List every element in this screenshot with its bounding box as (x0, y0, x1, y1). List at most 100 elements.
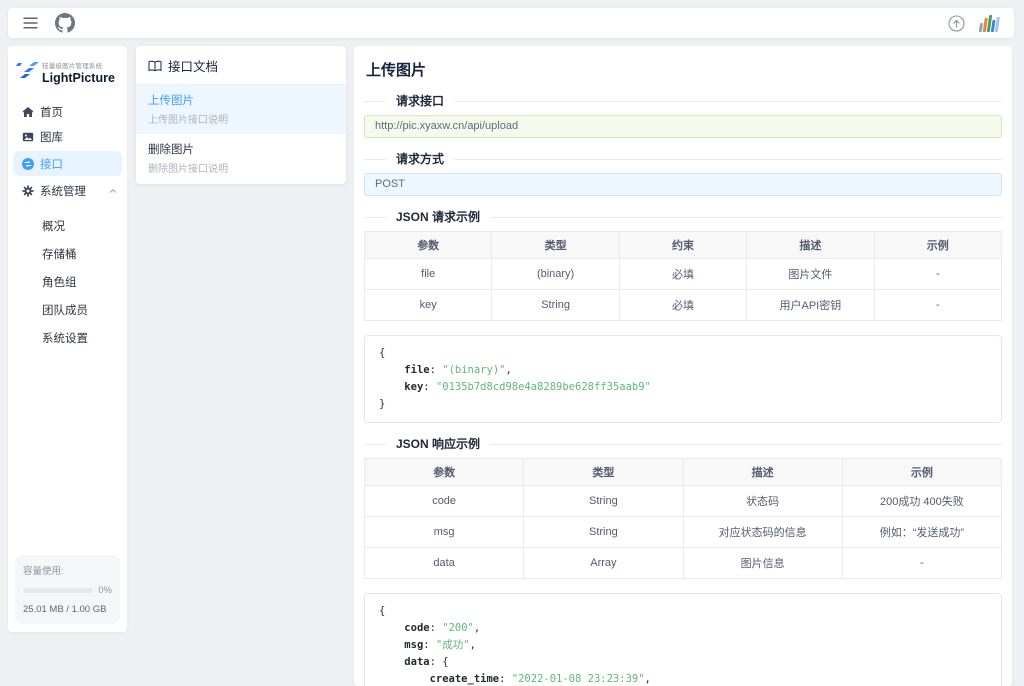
storage-label: 容量使用: (23, 563, 112, 577)
stats-bars-icon[interactable] (979, 15, 1000, 32)
section-label-request-method: 请求方式 (386, 152, 454, 166)
doc-list-panel: 接口文档 上传图片上传图片接口说明删除图片删除图片接口说明 (136, 46, 346, 184)
code-value: { (379, 605, 385, 617)
sidebar-nav: 首页图库接口系统管理 (8, 99, 127, 203)
sidebar-item-home[interactable]: 首页 (8, 99, 127, 124)
response-params-table: 参数类型描述示例 codeString状态码200成功 400失败msgStrin… (364, 458, 1002, 579)
sidebar: 轻量级图片管理系统 LightPicture 首页图库接口系统管理 概况存储桶角… (8, 46, 127, 632)
table-cell: Array (524, 548, 683, 579)
table-cell: 对应状态码的信息 (683, 517, 842, 548)
section-label-request-example: JSON 请求示例 (386, 210, 490, 224)
code-key: code (404, 622, 429, 634)
sidebar-item-label: 接口 (40, 156, 63, 172)
code-key: file (404, 364, 429, 376)
table-cell: 200成功 400失败 (842, 486, 1001, 517)
divider-request-example: JSON 请求示例 (364, 217, 1002, 218)
code-key: msg (404, 639, 423, 651)
sidebar-subitem-2[interactable]: 角色组 (8, 268, 127, 296)
code-line: create_time: "2022-01-08 23:23:39", (379, 671, 987, 686)
table-header-cell: 描述 (683, 459, 842, 486)
api-icon (22, 158, 34, 170)
table-cell: String (524, 517, 683, 548)
sidebar-item-label: 图库 (40, 129, 63, 145)
table-cell: - (874, 290, 1001, 321)
table-cell: 状态码 (683, 486, 842, 517)
sidebar-item-label: 系统管理 (40, 183, 86, 199)
code-line: code: "200", (379, 620, 987, 637)
code-value: { (379, 347, 385, 359)
code-line: { (379, 345, 987, 362)
doc-list-item[interactable]: 上传图片上传图片接口说明 (136, 85, 346, 134)
doc-list-item[interactable]: 删除图片删除图片接口说明 (136, 134, 346, 183)
table-cell: - (842, 548, 1001, 579)
response-example-code: { code: "200", msg: "成功", data: { create… (364, 593, 1002, 686)
table-header-cell: 类型 (492, 232, 619, 259)
doc-list-header: 接口文档 (136, 46, 346, 85)
code-value: "0135b7d8cd98e4a8289be628ff35aab9" (436, 381, 651, 393)
doc-item-title: 删除图片 (148, 141, 334, 157)
table-header-cell: 约束 (619, 232, 746, 259)
table-row: keyString必填用户API密钥- (365, 290, 1002, 321)
code-line: } (379, 396, 987, 413)
table-cell: msg (365, 517, 524, 548)
doc-item-subtitle: 删除图片接口说明 (148, 160, 334, 175)
sidebar-subitem-0[interactable]: 概况 (8, 212, 127, 240)
code-value: } (379, 398, 385, 410)
divider-response-example: JSON 响应示例 (364, 444, 1002, 445)
sidebar-item-api[interactable]: 接口 (13, 151, 122, 176)
hamburger-menu-icon[interactable] (23, 17, 38, 29)
table-header-cell: 参数 (365, 459, 524, 486)
gear-icon (22, 185, 34, 197)
table-cell: 必填 (619, 259, 746, 290)
table-header-cell: 类型 (524, 459, 683, 486)
code-line: file: "(binary)", (379, 362, 987, 379)
table-cell: file (365, 259, 492, 290)
app-logo: 轻量级图片管理系统 LightPicture (8, 46, 127, 99)
topbar-right-actions (948, 15, 999, 32)
main-content: 上传图片 请求接口 http://pic.xyaxw.cn/api/upload… (354, 46, 1012, 686)
code-line: key: "0135b7d8cd98e4a8289be628ff35aab9" (379, 379, 987, 396)
code-key: create_time (430, 673, 500, 685)
table-cell: 图片文件 (747, 259, 874, 290)
code-line: msg: "成功", (379, 637, 987, 654)
gallery-icon (22, 131, 34, 143)
page-title: 上传图片 (366, 59, 1002, 80)
logo-title: LightPicture (42, 71, 115, 85)
table-cell: data (365, 548, 524, 579)
sidebar-subitem-1[interactable]: 存储桶 (8, 240, 127, 268)
table-row: dataArray图片信息- (365, 548, 1002, 579)
table-cell: code (365, 486, 524, 517)
doc-list-title: 接口文档 (168, 56, 218, 75)
request-example-code: { file: "(binary)", key: "0135b7d8cd98e4… (364, 335, 1002, 423)
request-params-table: 参数类型约束描述示例file(binary)必填图片文件-keyString必填… (364, 231, 1002, 321)
code-value: "2022-01-08 23:23:39" (512, 673, 645, 685)
table-header-cell: 描述 (747, 232, 874, 259)
sidebar-item-label: 首页 (40, 104, 63, 120)
table-row: msgString对应状态码的信息例如：“发送成功” (365, 517, 1002, 548)
sidebar-subitem-3[interactable]: 团队成员 (8, 296, 127, 324)
sidebar-item-gallery[interactable]: 图库 (8, 124, 127, 149)
section-label-response-example: JSON 响应示例 (386, 437, 490, 451)
sidebar-item-system[interactable]: 系统管理 (8, 178, 127, 203)
table-cell: (binary) (492, 259, 619, 290)
upload-circle-icon[interactable] (948, 15, 965, 32)
table-cell: 用户API密钥 (747, 290, 874, 321)
doc-item-subtitle: 上传图片接口说明 (148, 111, 334, 126)
storage-usage-text: 25.01 MB / 1.00 GB (23, 604, 112, 615)
sidebar-subitem-4[interactable]: 系统设置 (8, 324, 127, 352)
table-cell: 例如：“发送成功” (842, 517, 1001, 548)
github-icon[interactable] (55, 13, 75, 33)
storage-usage-widget: 容量使用: 0% 25.01 MB / 1.00 GB (15, 555, 120, 624)
table-header-cell: 示例 (874, 232, 1001, 259)
code-line: { (379, 603, 987, 620)
table-cell: String (492, 290, 619, 321)
request-method-box: POST (364, 173, 1002, 196)
table-header-cell: 示例 (842, 459, 1001, 486)
storage-percent: 0% (98, 585, 112, 596)
code-value: "200" (442, 622, 474, 634)
code-value: { (442, 656, 448, 668)
divider-request-api: 请求接口 (364, 101, 1002, 102)
table-row: file(binary)必填图片文件- (365, 259, 1002, 290)
chevron-up-icon (109, 187, 117, 195)
sidebar-subnav: 概况存储桶角色组团队成员系统设置 (8, 212, 127, 352)
